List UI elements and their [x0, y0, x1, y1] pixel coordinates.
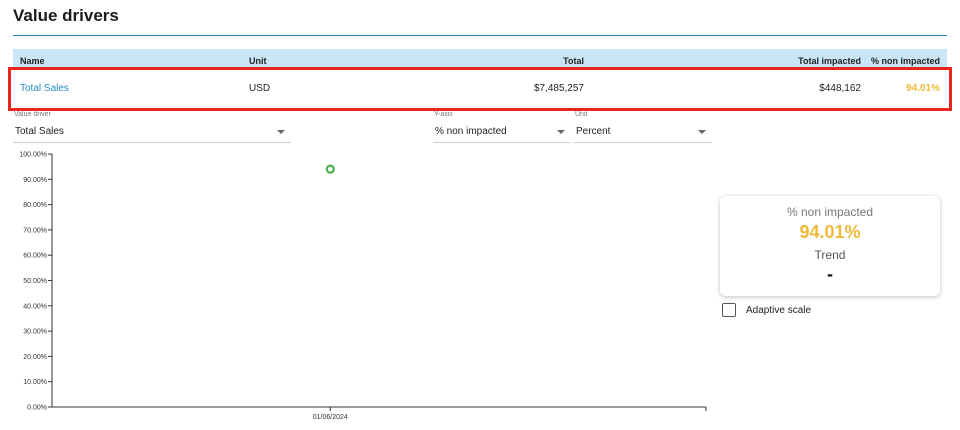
- adaptive-scale-checkbox[interactable]: [722, 303, 736, 317]
- summary-value: 94.01%: [799, 222, 861, 242]
- summary-metric-label: % non impacted: [786, 205, 874, 219]
- trend-value: -: [827, 264, 833, 284]
- y-tick-label: 80.00%: [23, 202, 47, 209]
- data-point: [325, 164, 335, 174]
- y-tick-label: 30.00%: [23, 329, 47, 336]
- y-tick-label: 10.00%: [23, 379, 47, 386]
- y-tick-label: 40.00%: [23, 303, 47, 310]
- y-tick-label: 100.00%: [19, 152, 47, 159]
- trend-label: Trend: [814, 248, 846, 262]
- x-tick-label: 01/06/2024: [313, 414, 348, 421]
- adaptive-scale-label: Adaptive scale: [746, 305, 812, 316]
- summary-card: % non impacted 94.01% Trend -: [720, 196, 940, 296]
- y-tick-label: 90.00%: [23, 177, 47, 184]
- y-tick-label: 50.00%: [23, 278, 47, 285]
- y-tick-label: 70.00%: [23, 227, 47, 234]
- y-tick-label: 0.00%: [27, 405, 47, 412]
- y-tick-label: 60.00%: [23, 253, 47, 260]
- y-tick-label: 20.00%: [23, 354, 47, 361]
